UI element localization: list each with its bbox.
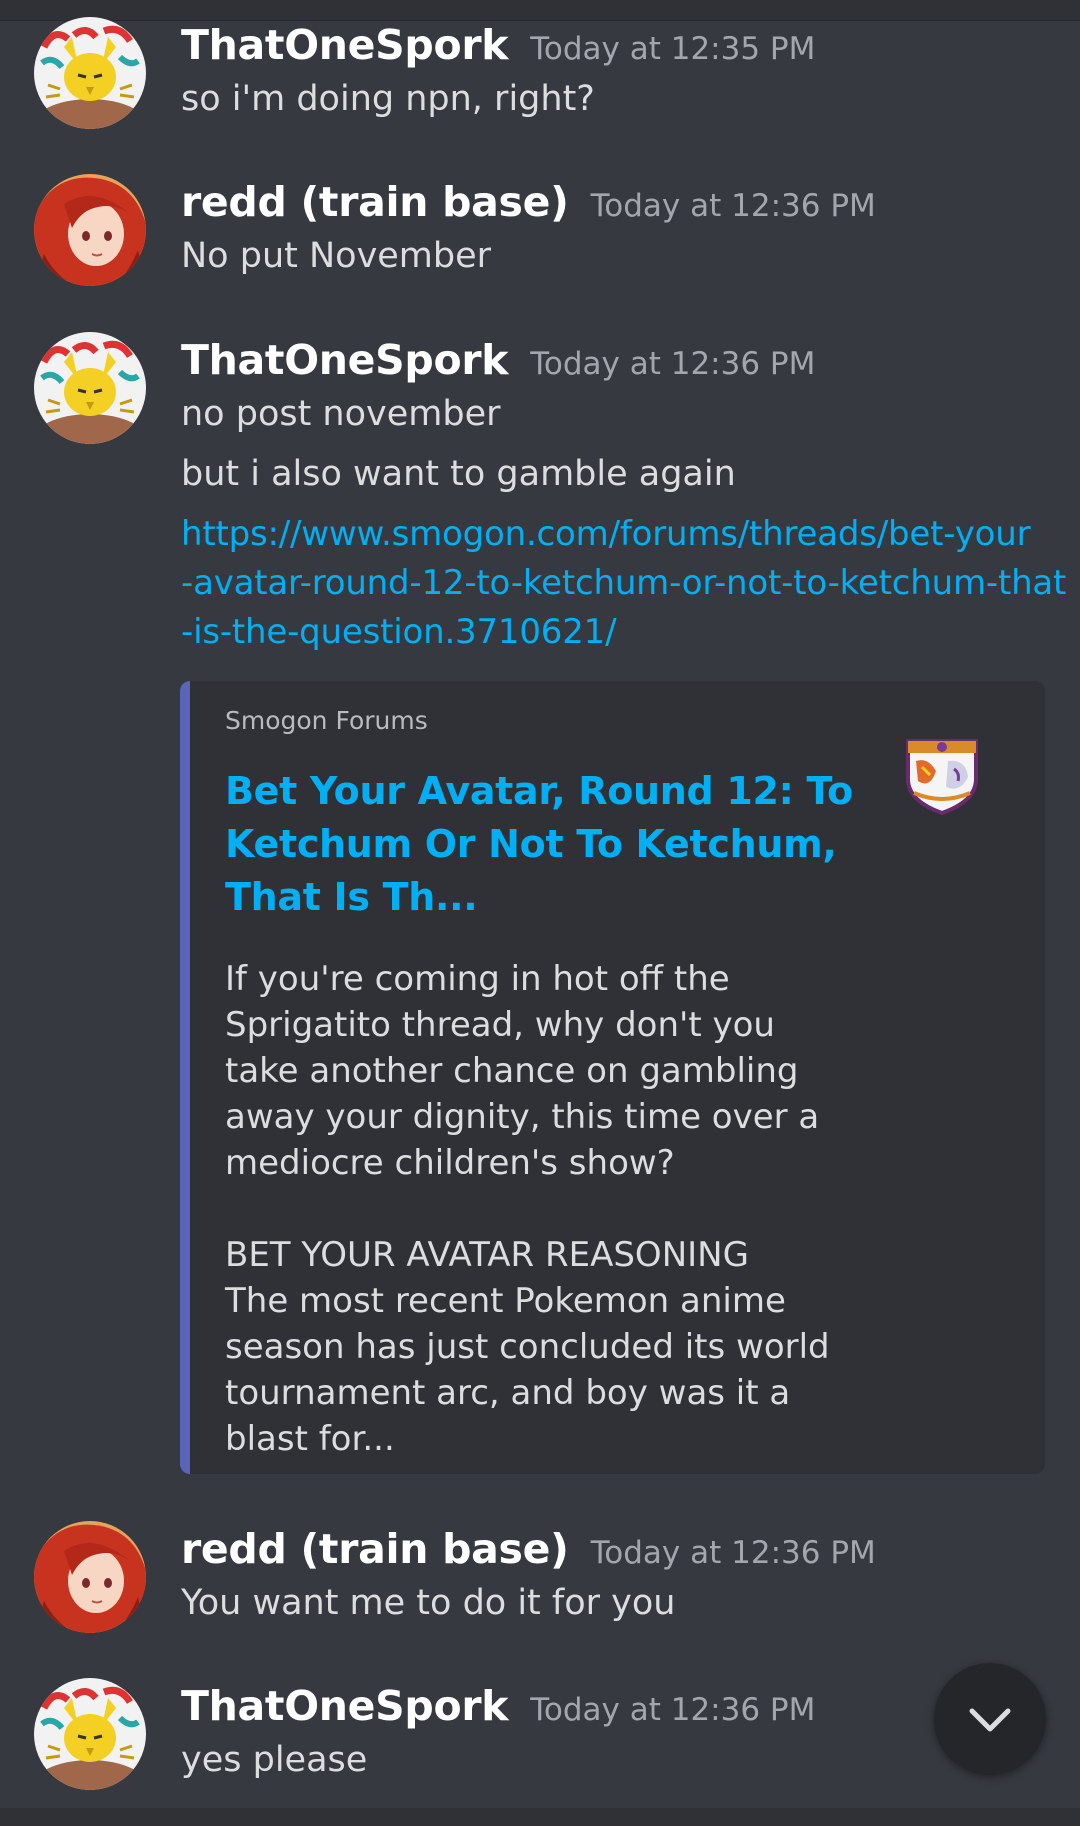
user-avatar[interactable] xyxy=(34,332,146,444)
embed-provider: Smogon Forums xyxy=(225,706,428,735)
message-text: No put November xyxy=(181,236,492,276)
message-text: so i'm doing npn, right? xyxy=(181,79,595,119)
message-header: ThatOneSpork Today at 12:36 PM xyxy=(181,1682,815,1730)
user-avatar[interactable] xyxy=(34,17,146,129)
username[interactable]: redd (train base) xyxy=(181,1525,569,1573)
message-header: redd (train base) Today at 12:36 PM xyxy=(181,178,876,226)
message-text: no post november xyxy=(181,394,501,434)
embed-title[interactable]: Bet Your Avatar, Round 12: To xyxy=(225,769,853,813)
embed-title[interactable]: Ketchum Or Not To Ketchum, xyxy=(225,822,837,866)
top-bar xyxy=(0,0,1080,21)
embed-description-line: take another chance on gambling xyxy=(225,1051,799,1091)
message-link[interactable]: https://www.smogon.com/forums/threads/be… xyxy=(181,514,1031,554)
embed-title[interactable]: That Is Th... xyxy=(225,875,478,919)
embed-description-line: season has just concluded its world xyxy=(225,1327,830,1367)
message-text: but i also want to gamble again xyxy=(181,454,736,494)
message-text: yes please xyxy=(181,1740,368,1780)
message-header: ThatOneSpork Today at 12:35 PM xyxy=(181,21,815,69)
message-header: redd (train base) Today at 12:36 PM xyxy=(181,1525,876,1573)
message-header: ThatOneSpork Today at 12:36 PM xyxy=(181,336,815,384)
embed-description-line: The most recent Pokemon anime xyxy=(225,1281,786,1321)
user-avatar[interactable] xyxy=(34,1521,146,1633)
smogon-logo-icon[interactable] xyxy=(900,731,984,816)
link-embed: Smogon Forums Bet Your Avatar, Round 12:… xyxy=(180,681,1045,1474)
message-link[interactable]: -is-the-question.3710621/ xyxy=(181,612,617,652)
chevron-down-icon xyxy=(969,1708,1011,1732)
user-avatar[interactable] xyxy=(34,174,146,286)
embed-description-line: Sprigatito thread, why don't you xyxy=(225,1005,775,1045)
embed-description-line: mediocre children's show? xyxy=(225,1143,675,1183)
embed-description-line: If you're coming in hot off the xyxy=(225,959,730,999)
embed-description-line: tournament arc, and boy was it a xyxy=(225,1373,791,1413)
embed-accent-bar xyxy=(180,681,190,1474)
username[interactable]: ThatOneSpork xyxy=(181,21,509,69)
bottom-bar xyxy=(0,1808,1080,1826)
embed-description-line: BET YOUR AVATAR REASONING xyxy=(225,1235,749,1275)
username[interactable]: ThatOneSpork xyxy=(181,1682,509,1730)
timestamp: Today at 12:36 PM xyxy=(530,1692,816,1728)
timestamp: Today at 12:36 PM xyxy=(530,346,816,382)
timestamp: Today at 12:36 PM xyxy=(590,1535,876,1571)
jump-to-bottom-button[interactable] xyxy=(934,1663,1046,1775)
username[interactable]: ThatOneSpork xyxy=(181,336,509,384)
embed-description-line: blast for... xyxy=(225,1419,395,1459)
timestamp: Today at 12:36 PM xyxy=(590,188,876,224)
embed-description-line: away your dignity, this time over a xyxy=(225,1097,820,1137)
message-text: You want me to do it for you xyxy=(181,1583,676,1623)
timestamp: Today at 12:35 PM xyxy=(530,31,816,67)
username[interactable]: redd (train base) xyxy=(181,178,569,226)
user-avatar[interactable] xyxy=(34,1678,146,1790)
message-link[interactable]: -avatar-round-12-to-ketchum-or-not-to-ke… xyxy=(181,563,1066,603)
